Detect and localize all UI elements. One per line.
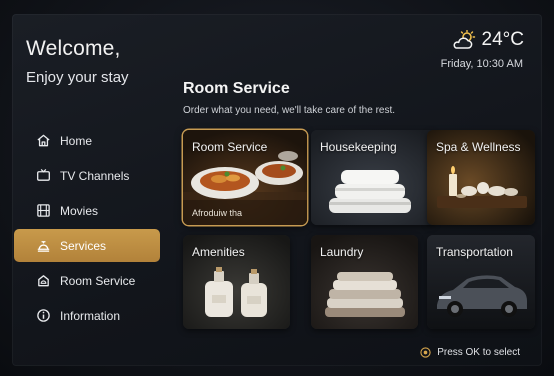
nav-item-movies[interactable]: Movies	[14, 194, 160, 227]
nav-item-information[interactable]: Information	[14, 299, 160, 332]
info-icon	[36, 308, 51, 323]
nav-label-home: Home	[60, 133, 93, 148]
ok-button-icon	[420, 347, 431, 358]
home-icon	[36, 133, 51, 148]
nav-label-movies: Movies	[60, 203, 99, 218]
nav-label-services: Services	[60, 238, 107, 253]
nav-label-room-service: Room Service	[60, 273, 136, 288]
tile-label-laundry: Laundry	[320, 245, 364, 259]
select-hint-text: Press OK to select	[437, 347, 520, 358]
tile-label-transportation: Transportation	[436, 245, 513, 259]
tile-label-spa-wellness: Spa & Wellness	[436, 140, 521, 154]
tile-room-service[interactable]: Room Service Afroduiw tha	[183, 130, 307, 225]
tv-icon	[36, 168, 51, 183]
nav-item-services[interactable]: Services	[14, 229, 160, 262]
tile-laundry[interactable]: Laundry	[311, 235, 418, 329]
film-icon	[36, 203, 51, 218]
room-service-icon	[36, 273, 51, 288]
nav-label-information: Information	[60, 308, 121, 323]
welcome-subtitle: Enjoy your stay	[26, 69, 129, 86]
date-time: Friday, 10:30 AM	[440, 58, 523, 70]
tile-transportation[interactable]: Transportation	[427, 235, 535, 329]
tile-label-amenities: Amenities	[192, 245, 245, 259]
tile-housekeeping[interactable]: Housekeeping	[311, 130, 435, 225]
partly-cloudy-icon	[453, 30, 475, 49]
sidebar-nav: Home TV Channels Movies Services Room Se…	[14, 124, 160, 334]
tile-caption-room-service: Afroduiw tha	[192, 208, 243, 218]
concierge-bell-icon	[36, 238, 51, 253]
section-title: Room Service	[183, 80, 290, 97]
tile-spa-wellness[interactable]: Spa & Wellness	[427, 130, 535, 225]
welcome-title: Welcome,	[26, 37, 121, 60]
section-subtitle: Order what you need, we'll take care of …	[183, 105, 396, 116]
nav-item-home[interactable]: Home	[14, 124, 160, 157]
tile-amenities[interactable]: Amenities	[183, 235, 290, 329]
tile-label-room-service: Room Service	[192, 140, 268, 154]
nav-item-room-service[interactable]: Room Service	[14, 264, 160, 297]
temperature: 24°C	[481, 29, 524, 50]
nav-item-tv-channels[interactable]: TV Channels	[14, 159, 160, 192]
select-hint: Press OK to select	[420, 347, 520, 358]
weather-widget: 24°C	[452, 29, 524, 51]
tile-label-housekeeping: Housekeeping	[320, 140, 397, 154]
nav-label-tv-channels: TV Channels	[60, 168, 130, 183]
